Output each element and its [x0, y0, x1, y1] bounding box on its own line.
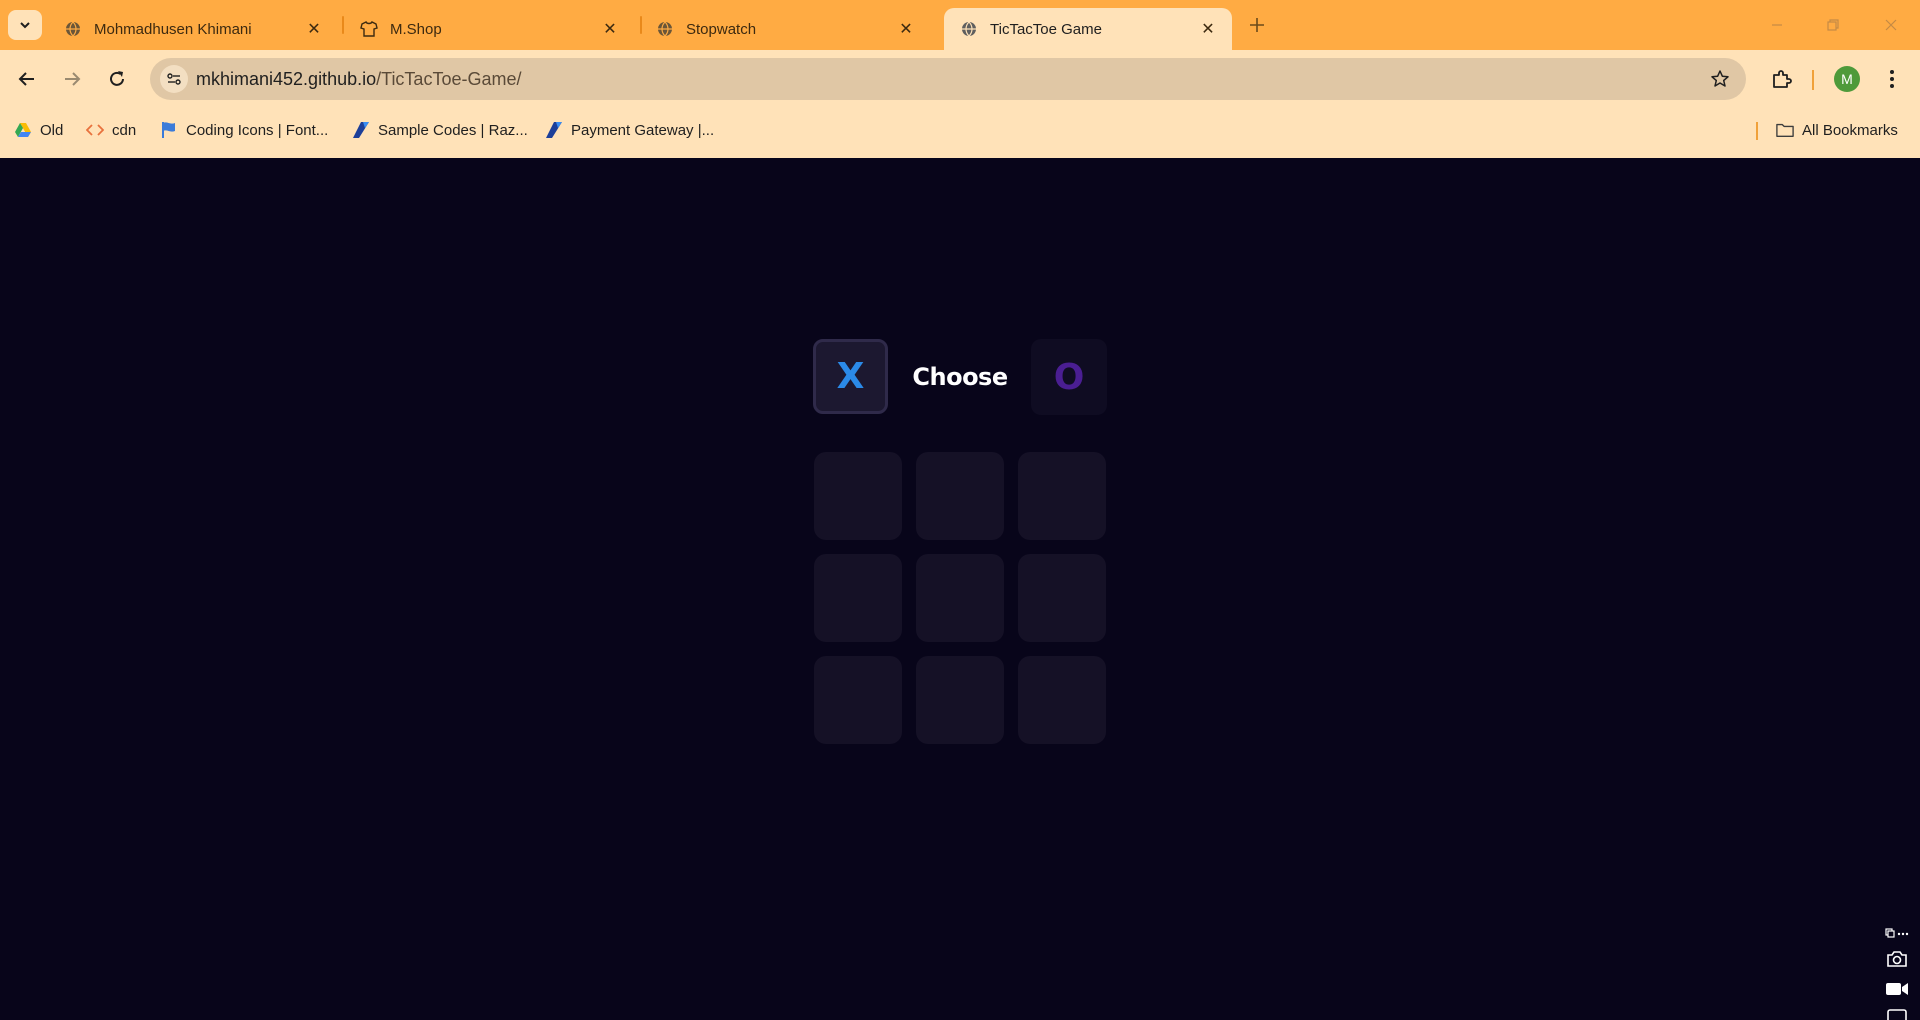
url-host: mkhimani452.github.io: [196, 69, 377, 89]
board-cell-9[interactable]: [1018, 656, 1106, 744]
plus-icon: [1250, 18, 1264, 32]
bookmark-star-icon[interactable]: [1708, 67, 1732, 91]
board-cell-3[interactable]: [1018, 452, 1106, 540]
shirt-icon: [360, 20, 378, 38]
close-icon[interactable]: ✕: [1198, 19, 1218, 39]
puzzle-icon: [1773, 70, 1792, 88]
browser-titlebar: Mohmadhusen Khimani ✕ M.Shop ✕ Stopwatch…: [0, 0, 1920, 50]
bookmark-old[interactable]: Old: [14, 116, 63, 144]
bookmark-label: Old: [40, 121, 64, 139]
url-text[interactable]: mkhimani452.github.io/TicTacToe-Game/: [196, 69, 521, 90]
arrow-left-icon: [18, 72, 34, 86]
tab-mshop[interactable]: M.Shop ✕: [344, 8, 634, 50]
tab-search-button[interactable]: [8, 10, 42, 40]
razorpay-icon: [545, 121, 563, 139]
flag-icon: [160, 121, 178, 139]
bookmarks-divider: [1756, 122, 1758, 140]
bookmark-label: cdn: [112, 121, 137, 139]
chevron-down-icon: [20, 22, 30, 29]
bookmark-payment-gateway[interactable]: Payment Gateway |...: [545, 116, 714, 144]
capture-options-icon[interactable]: [1884, 922, 1910, 944]
video-camera-icon[interactable]: [1884, 978, 1910, 1000]
more-vertical-icon: [1890, 70, 1894, 88]
toolbar-divider: [1812, 70, 1814, 90]
list-icon[interactable]: [1884, 1004, 1910, 1020]
back-button[interactable]: [12, 64, 42, 94]
code-icon: [86, 121, 104, 139]
restore-icon: [1827, 19, 1839, 31]
minimize-button[interactable]: [1754, 8, 1800, 42]
folder-icon: [1776, 121, 1794, 139]
extensions-button[interactable]: [1767, 64, 1797, 94]
board-cell-4[interactable]: [814, 554, 902, 642]
bookmark-label: Coding Icons | Font...: [186, 121, 329, 139]
game-board: [814, 452, 1106, 744]
minimize-icon: [1772, 24, 1782, 26]
tab-title: M.Shop: [390, 20, 442, 38]
reload-icon: [110, 71, 124, 86]
address-bar[interactable]: mkhimani452.github.io/TicTacToe-Game/: [150, 58, 1746, 100]
board-cell-5[interactable]: [916, 554, 1004, 642]
close-icon[interactable]: ✕: [896, 19, 916, 39]
all-bookmarks-button[interactable]: All Bookmarks: [1776, 116, 1898, 144]
board-cell-2[interactable]: [916, 452, 1004, 540]
new-tab-button[interactable]: [1244, 12, 1270, 38]
site-info-icon[interactable]: [160, 65, 188, 93]
profile-avatar[interactable]: M: [1834, 66, 1860, 92]
bookmark-label: Payment Gateway |...: [571, 121, 715, 139]
tab-tictactoe[interactable]: TicTacToe Game ✕: [944, 8, 1232, 50]
tab-stopwatch[interactable]: Stopwatch ✕: [640, 8, 930, 50]
tab-title: TicTacToe Game: [990, 20, 1102, 38]
bookmarks-bar: Old cdn Coding Icons | Font... Sample Co…: [0, 112, 1920, 148]
camera-icon[interactable]: [1884, 948, 1910, 970]
tab-mohmadhusen[interactable]: Mohmadhusen Khimani ✕: [48, 8, 338, 50]
close-window-button[interactable]: [1868, 8, 1914, 42]
drive-icon: [14, 121, 32, 139]
arrow-right-icon: [65, 72, 81, 86]
player-choice-row: X Choose O: [813, 339, 1107, 415]
reload-button[interactable]: [102, 64, 132, 94]
tab-title: Mohmadhusen Khimani: [94, 20, 252, 38]
browser-toolbar: mkhimani452.github.io/TicTacToe-Game/ M …: [0, 50, 1920, 158]
board-cell-8[interactable]: [916, 656, 1004, 744]
url-path: /TicTacToe-Game/: [376, 69, 522, 89]
board-cell-1[interactable]: [814, 452, 902, 540]
globe-icon: [656, 20, 674, 38]
bookmark-sample-codes[interactable]: Sample Codes | Raz...: [352, 116, 528, 144]
board-cell-7[interactable]: [814, 656, 902, 744]
board-cell-6[interactable]: [1018, 554, 1106, 642]
close-icon[interactable]: ✕: [600, 19, 620, 39]
tab-title: Stopwatch: [686, 20, 757, 38]
close-icon: [1885, 19, 1897, 31]
choose-x-button[interactable]: X: [813, 339, 888, 414]
close-icon[interactable]: ✕: [304, 19, 324, 39]
browser-menu-button[interactable]: [1880, 64, 1904, 94]
bookmark-coding-icons[interactable]: Coding Icons | Font...: [160, 116, 328, 144]
choose-label: Choose: [912, 363, 1008, 391]
game-page: X Choose O: [0, 158, 1920, 1020]
bookmark-cdn[interactable]: cdn: [86, 116, 136, 144]
capture-toolbar: [1880, 922, 1912, 1020]
globe-icon: [64, 20, 82, 38]
all-bookmarks-label: All Bookmarks: [1802, 121, 1898, 139]
restore-button[interactable]: [1810, 8, 1856, 42]
razorpay-icon: [352, 121, 370, 139]
choose-o-button[interactable]: O: [1031, 339, 1107, 415]
bookmark-label: Sample Codes | Raz...: [378, 121, 528, 139]
globe-icon: [960, 20, 978, 38]
forward-button[interactable]: [57, 64, 87, 94]
